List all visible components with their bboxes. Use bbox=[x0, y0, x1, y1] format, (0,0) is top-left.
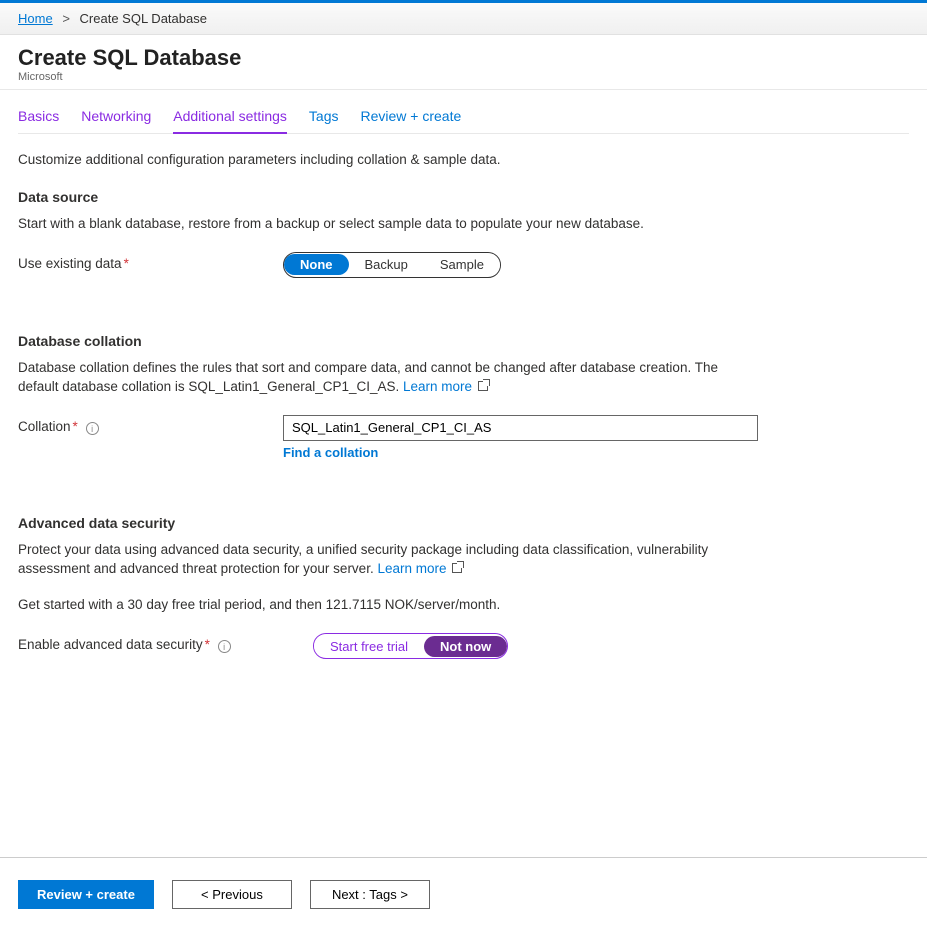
option-start-free-trial[interactable]: Start free trial bbox=[314, 636, 424, 657]
external-link-icon bbox=[478, 381, 488, 391]
previous-button[interactable]: < Previous bbox=[172, 880, 292, 909]
review-create-button[interactable]: Review + create bbox=[18, 880, 154, 909]
collation-input[interactable] bbox=[283, 415, 758, 441]
page-title: Create SQL Database bbox=[18, 45, 909, 71]
option-not-now[interactable]: Not now bbox=[424, 636, 507, 657]
collation-heading: Database collation bbox=[18, 333, 909, 349]
data-source-heading: Data source bbox=[18, 189, 909, 205]
option-backup[interactable]: Backup bbox=[349, 254, 424, 275]
footer-actions: Review + create < Previous Next : Tags > bbox=[0, 857, 927, 939]
tab-networking[interactable]: Networking bbox=[81, 108, 151, 133]
enable-ads-label: Enable advanced data security* i bbox=[18, 633, 313, 653]
intro-text: Customize additional configuration param… bbox=[18, 152, 909, 167]
breadcrumb-separator: > bbox=[62, 11, 70, 26]
info-icon[interactable]: i bbox=[86, 422, 99, 435]
collation-desc: Database collation defines the rules tha… bbox=[18, 359, 758, 397]
info-icon[interactable]: i bbox=[218, 640, 231, 653]
breadcrumb-home-link[interactable]: Home bbox=[18, 11, 53, 26]
page-header: Create SQL Database Microsoft bbox=[0, 35, 927, 90]
tab-tags[interactable]: Tags bbox=[309, 108, 339, 133]
breadcrumb-current: Create SQL Database bbox=[80, 11, 207, 26]
tab-review-create[interactable]: Review + create bbox=[360, 108, 461, 133]
ads-learn-more-link[interactable]: Learn more bbox=[377, 561, 446, 576]
page-subtitle: Microsoft bbox=[18, 71, 909, 83]
breadcrumb: Home > Create SQL Database bbox=[0, 3, 927, 35]
required-asterisk: * bbox=[205, 637, 210, 652]
use-existing-data-toggle[interactable]: None Backup Sample bbox=[283, 252, 501, 278]
data-source-desc: Start with a blank database, restore fro… bbox=[18, 215, 758, 234]
required-asterisk: * bbox=[124, 256, 129, 271]
external-link-icon bbox=[452, 563, 462, 573]
collation-label: Collation* i bbox=[18, 415, 283, 435]
tab-basics[interactable]: Basics bbox=[18, 108, 59, 133]
find-collation-link[interactable]: Find a collation bbox=[283, 445, 758, 460]
required-asterisk: * bbox=[73, 419, 78, 434]
option-none[interactable]: None bbox=[284, 254, 349, 275]
next-button[interactable]: Next : Tags > bbox=[310, 880, 430, 909]
enable-ads-toggle[interactable]: Start free trial Not now bbox=[313, 633, 508, 659]
tab-additional-settings[interactable]: Additional settings bbox=[173, 108, 287, 134]
option-sample[interactable]: Sample bbox=[424, 254, 500, 275]
ads-trial-text: Get started with a 30 day free trial per… bbox=[18, 596, 758, 615]
tab-bar: Basics Networking Additional settings Ta… bbox=[18, 90, 909, 134]
use-existing-data-label: Use existing data* bbox=[18, 252, 283, 271]
ads-desc: Protect your data using advanced data se… bbox=[18, 541, 758, 579]
ads-heading: Advanced data security bbox=[18, 515, 909, 531]
collation-learn-more-link[interactable]: Learn more bbox=[403, 379, 472, 394]
